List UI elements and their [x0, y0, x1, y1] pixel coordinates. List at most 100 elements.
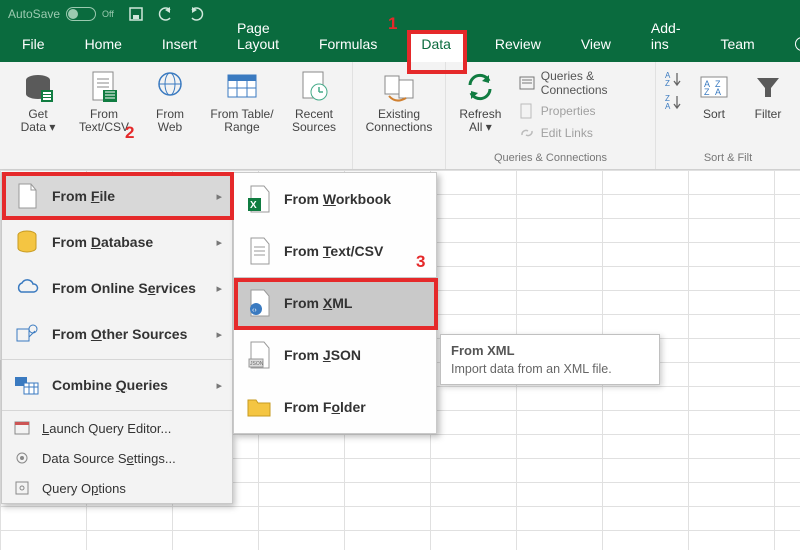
annotation-label-2: 2 [125, 123, 134, 143]
submenu-from-workbook[interactable]: X From Workbook [234, 173, 436, 225]
svg-text:‹›: ‹› [252, 307, 257, 314]
refresh-all-button[interactable]: Refresh All ▾ [454, 68, 507, 142]
tab-view[interactable]: View [573, 30, 619, 62]
menu-combine-queries[interactable]: Combine Queries [2, 362, 232, 408]
properties-button: Properties [517, 102, 647, 120]
submenu-from-xml[interactable]: ‹› From XML [234, 277, 436, 329]
submenu-from-workbook-label: From Workbook [284, 191, 391, 207]
tell-me[interactable]: Te [787, 30, 800, 62]
from-table-range-button[interactable]: From Table/ Range [206, 68, 278, 136]
submenu-from-folder[interactable]: From Folder [234, 381, 436, 433]
tab-insert[interactable]: Insert [154, 30, 205, 62]
properties-icon [519, 103, 535, 119]
other-sources-icon [14, 323, 40, 345]
sort-asc-icon[interactable]: AZ [664, 70, 684, 91]
svg-text:Z: Z [704, 87, 710, 97]
database-icon [14, 231, 40, 253]
redo-icon[interactable] [188, 6, 204, 22]
submenu-from-xml-label: From XML [284, 295, 352, 311]
options-icon [14, 480, 32, 496]
ribbon-group-queries-connections: Refresh All ▾ Queries & Connections Prop… [446, 62, 656, 169]
properties-label: Properties [541, 104, 596, 118]
file-icon [14, 185, 40, 207]
submenu-from-json[interactable]: JSON From JSON [234, 329, 436, 381]
recent-sources-label: Recent Sources [292, 108, 336, 134]
menu-from-online-services[interactable]: From Online Services [2, 265, 232, 311]
refresh-all-label: Refresh All ▾ [459, 108, 501, 134]
menu-divider [2, 359, 232, 360]
ribbon-group-sort-filter: AZ ZA AZZA Sort Filter Sort & Filt [656, 62, 800, 169]
ribbon-tabstrip: File Home Insert Page Layout Formulas Da… [0, 28, 800, 62]
menu-from-other-sources[interactable]: From Other Sources [2, 311, 232, 357]
file-text-icon [87, 70, 121, 104]
undo-icon[interactable] [158, 6, 174, 22]
svg-text:A: A [665, 102, 671, 111]
textcsv-icon [246, 238, 272, 264]
menu-divider-2 [2, 410, 232, 411]
tab-page-layout[interactable]: Page Layout [229, 14, 287, 62]
edit-links-button: Edit Links [517, 124, 647, 142]
editor-icon [14, 420, 32, 436]
menu-data-source-settings[interactable]: Data Source Settings... [2, 443, 232, 473]
tab-file[interactable]: File [14, 30, 53, 62]
filter-label: Filter [755, 108, 782, 121]
menu-combine-label: Combine Queries [52, 377, 168, 393]
sort-button[interactable]: AZZA Sort [690, 68, 738, 123]
autosave-toggle[interactable]: AutoSave Off [8, 7, 114, 21]
tab-team[interactable]: Team [712, 30, 762, 62]
workbook-icon: X [246, 186, 272, 212]
annotation-label-3: 3 [416, 252, 425, 272]
tab-home[interactable]: Home [77, 30, 130, 62]
ribbon-group-get-transform: Get Data ▾ From Text/CSV From Web From T… [0, 62, 353, 169]
globe-icon [153, 70, 187, 104]
from-table-range-label: From Table/ Range [210, 108, 273, 134]
from-web-button[interactable]: From Web [140, 68, 200, 136]
ribbon: Get Data ▾ From Text/CSV From Web From T… [0, 62, 800, 170]
get-data-label: Get Data ▾ [21, 108, 56, 134]
refresh-icon [463, 70, 497, 104]
links-icon [519, 125, 535, 141]
tab-formulas[interactable]: Formulas [311, 30, 385, 62]
recent-icon [297, 70, 331, 104]
get-data-icon [21, 70, 55, 104]
svg-text:JSON: JSON [250, 361, 264, 367]
sort-desc-icon[interactable]: ZA [664, 93, 684, 114]
tab-review[interactable]: Review [487, 30, 549, 62]
tooltip-from-xml: From XML Import data from an XML file. [440, 334, 660, 385]
filter-icon [751, 70, 785, 104]
tab-data[interactable]: Data [409, 30, 463, 62]
existing-connections-button[interactable]: Existing Connections [361, 68, 437, 136]
menu-query-options[interactable]: Query Options [2, 473, 232, 503]
autosave-state: Off [102, 9, 114, 19]
menu-from-database-label: From Database [52, 234, 153, 250]
folder-icon [246, 394, 272, 420]
menu-from-file[interactable]: From File [2, 173, 232, 219]
menu-from-online-label: From Online Services [52, 280, 196, 296]
menu-from-database[interactable]: From Database [2, 219, 232, 265]
submenu-from-json-label: From JSON [284, 347, 361, 363]
json-icon: JSON [246, 342, 272, 368]
group-label-sort: Sort & Filt [664, 150, 792, 167]
submenu-from-textcsv[interactable]: From Text/CSV [234, 225, 436, 277]
submenu-from-textcsv-label: From Text/CSV [284, 243, 383, 259]
get-data-button[interactable]: Get Data ▾ [8, 68, 68, 136]
autosave-label: AutoSave [8, 7, 60, 21]
filter-button[interactable]: Filter [744, 68, 792, 123]
svg-text:X: X [250, 200, 257, 211]
group-label-qc: Queries & Connections [454, 150, 647, 167]
tab-addins[interactable]: Add-ins [643, 14, 689, 62]
svg-text:Z: Z [665, 79, 670, 88]
menu-launch-query-editor[interactable]: Launch Query Editor... [2, 413, 232, 443]
toggle-off-icon [66, 7, 96, 21]
ribbon-group-existing: Existing Connections [353, 62, 446, 169]
existing-connections-label: Existing Connections [366, 108, 433, 134]
lightbulb-icon [795, 37, 800, 51]
submenu-from-folder-label: From Folder [284, 399, 366, 415]
sort-icon: AZZA [697, 70, 731, 104]
queries-connections-button[interactable]: Queries & Connections [517, 68, 647, 98]
save-icon[interactable] [128, 6, 144, 22]
menu-launch-editor-label: Launch Query Editor... [42, 421, 171, 436]
menu-from-other-label: From Other Sources [52, 326, 187, 342]
recent-sources-button[interactable]: Recent Sources [284, 68, 344, 136]
group-label-get-transform [8, 162, 344, 167]
